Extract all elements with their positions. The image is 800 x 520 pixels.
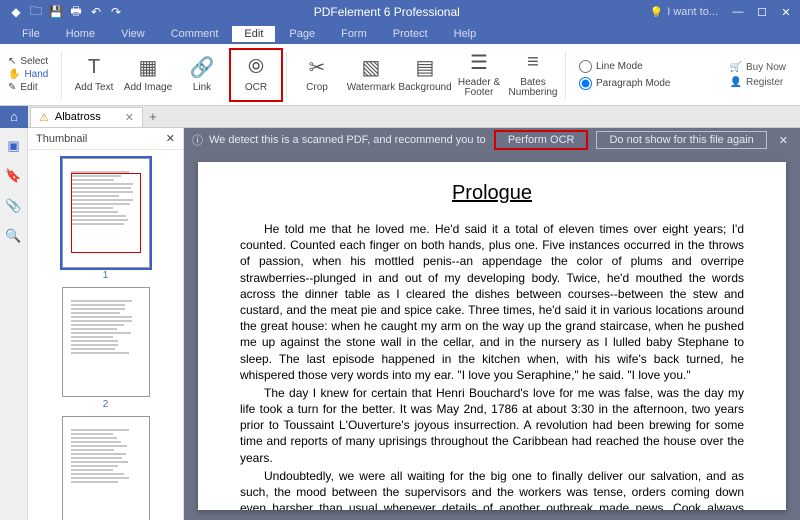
- open-icon[interactable]: 🗀: [28, 4, 44, 20]
- header-footer-button[interactable]: ☰Header & Footer: [452, 48, 506, 102]
- dismiss-ocr-button[interactable]: Do not show for this file again: [596, 131, 766, 149]
- thumbnail-list: 1 2 3: [28, 150, 183, 520]
- tab-close-icon[interactable]: ✕: [125, 111, 134, 124]
- thumbnail-panel: Thumbnail ✕ 1 2 3: [28, 128, 184, 520]
- crop-button[interactable]: ✂Crop: [290, 48, 344, 102]
- ocr-button[interactable]: ⦾OCR: [229, 48, 283, 102]
- add-image-button[interactable]: ▦Add Image: [121, 48, 175, 102]
- document-page: Prologue He told me that he loved me. He…: [198, 162, 786, 510]
- selection-group: ↖Select ✋Hand ✎Edit: [6, 54, 56, 95]
- lightbulb-icon: 💡: [650, 6, 664, 19]
- document-area: ⓘ We detect this is a scanned PDF, and r…: [184, 128, 800, 520]
- attachment-icon[interactable]: 📎: [5, 198, 21, 214]
- bookmark-icon[interactable]: 🔖: [5, 168, 21, 184]
- menu-edit[interactable]: Edit: [232, 26, 275, 42]
- bates-icon: ≡: [527, 51, 539, 75]
- background-button[interactable]: ▤Background: [398, 48, 452, 102]
- cart-icon: 🛒: [730, 62, 742, 73]
- thumbnail-item[interactable]: 3: [62, 416, 150, 520]
- titlebar: ◆ 🗀 💾 🖶 ↶ ↷ PDFelement 6 Professional 💡 …: [0, 0, 800, 24]
- ocr-banner-text: We detect this is a scanned PDF, and rec…: [209, 134, 486, 146]
- mode-group: Line Mode Paragraph Mode: [571, 60, 671, 90]
- thumbnail-item[interactable]: 2: [62, 287, 150, 410]
- thumbnail-page: [62, 416, 150, 520]
- header-footer-icon: ☰: [470, 51, 488, 75]
- add-text-button[interactable]: TAdd Text: [67, 48, 121, 102]
- link-button[interactable]: 🔗Link: [175, 48, 229, 102]
- menubar: FileHomeViewCommentEditPageFormProtectHe…: [0, 24, 800, 44]
- minimize-button[interactable]: —: [726, 3, 750, 21]
- select-tool[interactable]: ↖Select: [8, 56, 54, 67]
- maximize-button[interactable]: ☐: [750, 3, 774, 21]
- crop-icon: ✂: [309, 56, 326, 80]
- hand-tool[interactable]: ✋Hand: [8, 69, 54, 80]
- body-paragraph: Undoubtedly, we were all waiting for the…: [240, 468, 744, 510]
- bates-button[interactable]: ≡Bates Numbering: [506, 48, 560, 102]
- add-image-icon: ▦: [139, 56, 158, 80]
- thumbnail-number: 1: [103, 270, 109, 281]
- thumbnail-icon[interactable]: ▣: [7, 138, 19, 154]
- thumbnail-item[interactable]: 1: [62, 158, 150, 281]
- tell-me-search[interactable]: 💡 I want to...: [650, 6, 718, 19]
- cursor-icon: ↖: [8, 56, 16, 67]
- ocr-banner-close-icon[interactable]: ✕: [775, 134, 792, 147]
- thumbnail-page: [62, 287, 150, 397]
- page-viewport[interactable]: Prologue He told me that he loved me. He…: [184, 152, 800, 520]
- undo-icon[interactable]: ↶: [88, 4, 104, 20]
- menu-file[interactable]: File: [10, 26, 52, 42]
- menu-protect[interactable]: Protect: [381, 26, 440, 42]
- print-icon[interactable]: 🖶: [68, 4, 84, 20]
- background-icon: ▤: [416, 56, 435, 80]
- add-tab-button[interactable]: +: [143, 109, 163, 124]
- home-tab[interactable]: ⌂: [0, 106, 28, 128]
- app-icon: ◆: [8, 4, 24, 20]
- page-heading: Prologue: [240, 182, 744, 205]
- paragraph-mode-radio[interactable]: Paragraph Mode: [579, 77, 671, 90]
- edit-icon: ✎: [8, 82, 16, 93]
- thumbnail-close-icon[interactable]: ✕: [166, 132, 175, 145]
- info-icon: ⓘ: [192, 132, 203, 148]
- thumbnail-page: [62, 158, 150, 268]
- ocr-banner: ⓘ We detect this is a scanned PDF, and r…: [184, 128, 800, 152]
- edit-tool[interactable]: ✎Edit: [8, 82, 54, 93]
- search-icon[interactable]: 🔍: [5, 228, 21, 244]
- app-title: PDFelement 6 Professional: [124, 5, 650, 19]
- menu-comment[interactable]: Comment: [159, 26, 231, 42]
- menu-home[interactable]: Home: [54, 26, 107, 42]
- thumbnail-number: 2: [103, 399, 109, 410]
- ribbon: ↖Select ✋Hand ✎Edit TAdd Text▦Add Image🔗…: [0, 44, 800, 106]
- menu-page[interactable]: Page: [277, 26, 327, 42]
- menu-view[interactable]: View: [109, 26, 157, 42]
- link-icon: 🔗: [190, 56, 215, 80]
- watermark-icon: ▧: [362, 56, 381, 80]
- ocr-icon: ⦾: [248, 56, 264, 80]
- menu-form[interactable]: Form: [329, 26, 379, 42]
- line-mode-radio[interactable]: Line Mode: [579, 60, 671, 73]
- thumbnail-title: Thumbnail: [36, 133, 87, 145]
- document-tab[interactable]: ⚠ Albatross ✕: [30, 107, 143, 127]
- user-icon: 👤: [730, 77, 742, 88]
- body-paragraph: He told me that he loved me. He'd said i…: [240, 221, 744, 383]
- watermark-button[interactable]: ▧Watermark: [344, 48, 398, 102]
- body-paragraph: The day I knew for certain that Henri Bo…: [240, 385, 744, 466]
- perform-ocr-button[interactable]: Perform OCR: [494, 130, 589, 150]
- close-button[interactable]: ✕: [774, 3, 798, 21]
- left-toolstrip: ▣ 🔖 📎 🔍: [0, 128, 28, 520]
- hand-icon: ✋: [8, 69, 20, 80]
- redo-icon[interactable]: ↷: [108, 4, 124, 20]
- add-text-icon: T: [88, 56, 100, 80]
- warning-icon: ⚠: [39, 111, 49, 124]
- buy-now-link[interactable]: 🛒Buy Now: [730, 62, 786, 73]
- menu-help[interactable]: Help: [442, 26, 489, 42]
- document-tabbar: ⌂ ⚠ Albatross ✕ +: [0, 106, 800, 128]
- save-icon[interactable]: 💾: [48, 4, 64, 20]
- register-link[interactable]: 👤Register: [730, 77, 786, 88]
